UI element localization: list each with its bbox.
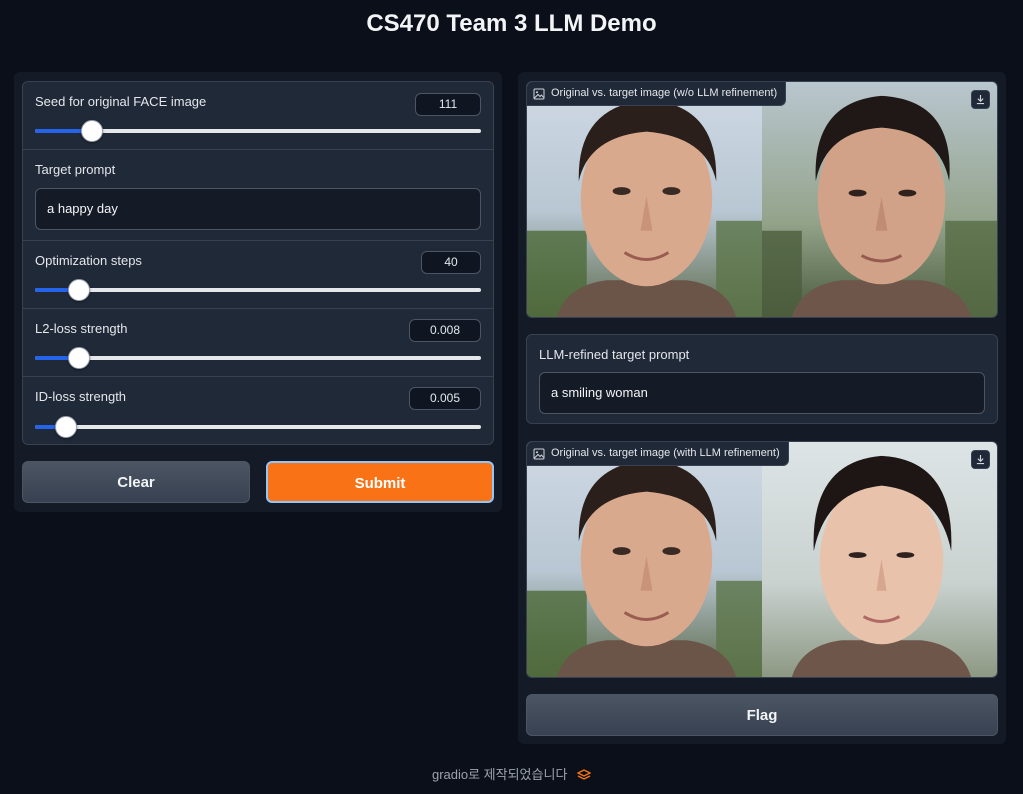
steps-slider[interactable]: [35, 279, 481, 301]
seed-slider-block: Seed for original FACE image 111: [23, 82, 493, 150]
id-slider[interactable]: [35, 416, 481, 438]
l2-label: L2-loss strength: [35, 321, 128, 336]
target-prompt-input[interactable]: a happy day: [35, 188, 481, 230]
seed-slider-thumb[interactable]: [81, 120, 104, 142]
target-prompt-block: Target prompt a happy day: [23, 150, 493, 241]
seed-slider[interactable]: [35, 120, 481, 142]
refined-prompt-label: LLM-refined target prompt: [539, 347, 690, 362]
l2-slider-thumb[interactable]: [67, 347, 90, 369]
output-panel: Original vs. target image (w/o LLM refin…: [518, 72, 1006, 744]
image-label: Original vs. target image (with LLM refi…: [527, 442, 789, 466]
steps-number-input[interactable]: 40: [421, 251, 481, 274]
footer: gradio로 제작되었습니다: [0, 764, 1023, 783]
download-icon[interactable]: [971, 450, 990, 469]
l2-slider-block: L2-loss strength 0.008: [23, 309, 493, 377]
refined-prompt-output[interactable]: a smiling woman: [539, 372, 985, 414]
download-icon[interactable]: [971, 90, 990, 109]
l2-slider[interactable]: [35, 347, 481, 369]
id-label: ID-loss strength: [35, 389, 127, 404]
submit-button[interactable]: Submit: [266, 461, 494, 503]
gradio-logo-icon: [577, 769, 592, 780]
output-image-without-refinement: Original vs. target image (w/o LLM refin…: [526, 81, 998, 318]
id-number-input[interactable]: 0.005: [409, 387, 481, 410]
seed-number-input[interactable]: 111: [415, 93, 481, 116]
output-image-with-refinement: Original vs. target image (with LLM refi…: [526, 441, 998, 678]
image-icon: [533, 448, 545, 459]
image-icon: [533, 88, 545, 99]
face-comparison-image: [527, 442, 997, 677]
image-label: Original vs. target image (w/o LLM refin…: [527, 82, 787, 106]
id-slider-block: ID-loss strength 0.005: [23, 377, 493, 444]
seed-label: Seed for original FACE image: [35, 94, 207, 109]
input-form: Seed for original FACE image 111 Target …: [22, 81, 494, 445]
steps-slider-thumb[interactable]: [67, 279, 90, 301]
l2-number-input[interactable]: 0.008: [409, 319, 481, 342]
image-label-text: Original vs. target image (w/o LLM refin…: [551, 87, 778, 99]
image-label-text: Original vs. target image (with LLM refi…: [551, 447, 780, 459]
refined-prompt-block: LLM-refined target prompt a smiling woma…: [526, 334, 998, 424]
steps-label: Optimization steps: [35, 253, 142, 268]
target-prompt-label: Target prompt: [35, 162, 116, 177]
flag-button[interactable]: Flag: [526, 694, 998, 736]
input-panel: Seed for original FACE image 111 Target …: [14, 72, 502, 512]
page-title: CS470 Team 3 LLM Demo: [366, 10, 657, 37]
footer-text[interactable]: gradio로 제작되었습니다: [432, 767, 567, 782]
clear-button[interactable]: Clear: [22, 461, 250, 503]
face-comparison-image: [527, 82, 997, 317]
id-slider-thumb[interactable]: [55, 416, 78, 438]
steps-slider-block: Optimization steps 40: [23, 241, 493, 309]
